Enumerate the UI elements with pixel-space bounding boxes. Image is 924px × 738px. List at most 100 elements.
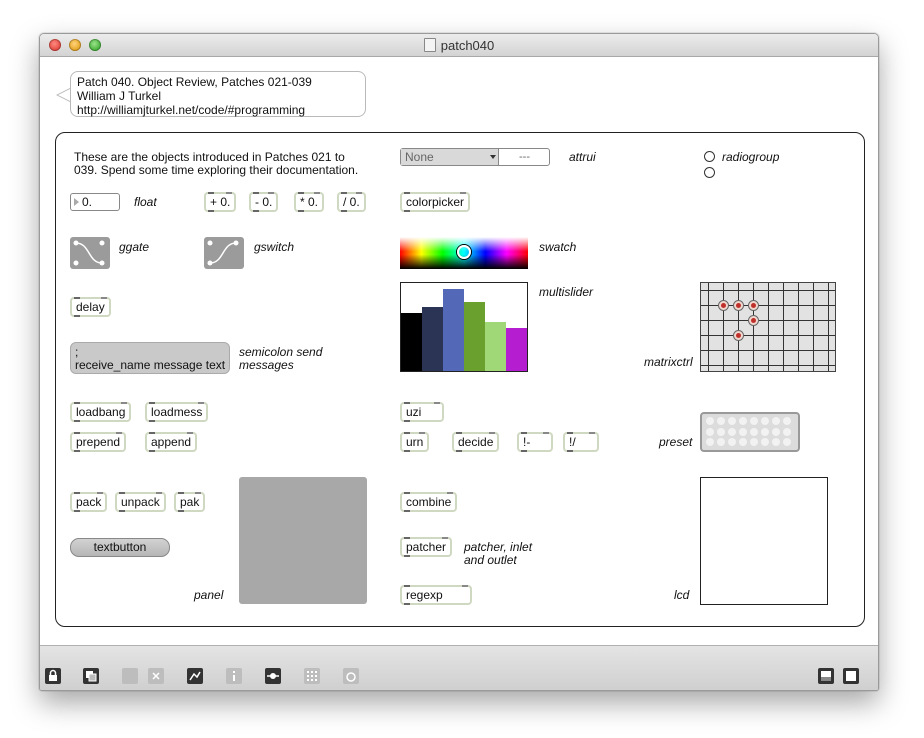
message-line1: ; bbox=[75, 345, 79, 359]
preset-label: preset bbox=[659, 435, 693, 449]
plus-object[interactable]: + 0. bbox=[204, 192, 237, 212]
plus-text: + 0. bbox=[210, 195, 231, 209]
patcher-toolbar bbox=[40, 645, 878, 690]
preset-object[interactable] bbox=[700, 412, 800, 452]
radiogroup-label: radiogroup bbox=[722, 150, 780, 164]
minus-object[interactable]: - 0. bbox=[249, 192, 279, 212]
urn-text: urn bbox=[406, 435, 424, 449]
radiogroup-button-2[interactable] bbox=[704, 167, 715, 178]
patcher-text: patcher bbox=[406, 540, 447, 554]
matrixctrl-object[interactable] bbox=[700, 282, 836, 372]
pak-text: pak bbox=[180, 495, 200, 509]
multislider-object[interactable] bbox=[400, 282, 528, 372]
patch-canvas[interactable]: Patch 040. Object Review, Patches 021-03… bbox=[40, 57, 878, 645]
snap-icon[interactable] bbox=[343, 668, 359, 684]
uzi-object[interactable]: uzi bbox=[400, 402, 444, 422]
pack-object[interactable]: pack bbox=[70, 492, 108, 512]
multislider-bar[interactable] bbox=[443, 289, 464, 371]
attrui-object[interactable]: None --- bbox=[400, 148, 550, 166]
dropdown-arrow-icon bbox=[490, 155, 496, 159]
multislider-bar[interactable] bbox=[422, 307, 443, 371]
decide-object[interactable]: decide bbox=[452, 432, 500, 452]
preset-slot[interactable] bbox=[706, 427, 714, 436]
regexp-object[interactable]: regexp bbox=[400, 585, 472, 605]
new-object-icon[interactable] bbox=[83, 668, 99, 684]
preset-slot[interactable] bbox=[717, 438, 725, 446]
attrui-menu[interactable]: None bbox=[401, 149, 499, 165]
preset-slot[interactable] bbox=[739, 427, 747, 436]
combine-object[interactable]: combine bbox=[400, 492, 458, 512]
preset-slot[interactable] bbox=[750, 438, 758, 446]
debug-icon[interactable] bbox=[187, 668, 203, 684]
multislider-bar[interactable] bbox=[401, 313, 422, 371]
preset-slot[interactable] bbox=[772, 438, 780, 446]
presentation-view-icon[interactable] bbox=[843, 668, 859, 684]
pak-object[interactable]: pak bbox=[174, 492, 206, 512]
preset-slot[interactable] bbox=[772, 427, 780, 436]
panel-object[interactable] bbox=[239, 477, 367, 604]
presentation-icon[interactable] bbox=[122, 668, 138, 684]
preset-slot[interactable] bbox=[728, 417, 736, 425]
preset-slot[interactable] bbox=[739, 417, 747, 425]
divide-object[interactable]: / 0. bbox=[337, 192, 366, 212]
multislider-bar[interactable] bbox=[506, 328, 527, 371]
connect-icon[interactable] bbox=[265, 668, 281, 684]
window-title-text: patch040 bbox=[440, 38, 495, 53]
loadbang-object[interactable]: loadbang bbox=[70, 402, 132, 422]
colorpicker-object[interactable]: colorpicker bbox=[400, 192, 471, 212]
preset-slot[interactable] bbox=[717, 427, 725, 436]
regexp-text: regexp bbox=[406, 588, 443, 602]
semicolon-message-box[interactable]: ; receive_name message text bbox=[70, 342, 230, 374]
delay-text: delay bbox=[76, 300, 105, 314]
patcher-view-icon[interactable] bbox=[818, 668, 834, 684]
preset-slot[interactable] bbox=[772, 417, 780, 425]
not-divide-object[interactable]: !/ bbox=[563, 432, 599, 452]
not-minus-text: !- bbox=[523, 435, 531, 449]
float-number-box[interactable]: 0. bbox=[70, 193, 120, 211]
header-comment[interactable]: Patch 040. Object Review, Patches 021-03… bbox=[70, 71, 366, 117]
patcher-object[interactable]: patcher bbox=[400, 537, 453, 557]
unpack-object[interactable]: unpack bbox=[115, 492, 166, 512]
lcd-label: lcd bbox=[674, 588, 690, 602]
preset-slot[interactable] bbox=[783, 438, 791, 446]
swatch-object[interactable] bbox=[400, 237, 528, 269]
lcd-object[interactable] bbox=[700, 477, 828, 605]
gswitch-object[interactable] bbox=[204, 237, 244, 269]
preset-slot[interactable] bbox=[750, 417, 758, 425]
lock-icon[interactable] bbox=[45, 668, 61, 684]
not-minus-object[interactable]: !- bbox=[517, 432, 553, 452]
matrixctrl-label: matrixctrl bbox=[644, 355, 693, 369]
textbutton[interactable]: textbutton bbox=[70, 538, 170, 557]
times-object[interactable]: * 0. bbox=[294, 192, 325, 212]
prepend-object[interactable]: prepend bbox=[70, 432, 127, 452]
preset-slot[interactable] bbox=[739, 438, 747, 446]
loadmess-object[interactable]: loadmess bbox=[145, 402, 209, 422]
multislider-bar[interactable] bbox=[485, 322, 506, 371]
preset-slot[interactable] bbox=[728, 427, 736, 436]
minus-text: - 0. bbox=[255, 195, 273, 209]
ggate-curve-icon bbox=[73, 240, 105, 266]
info-icon[interactable] bbox=[226, 668, 242, 684]
gswitch-label: gswitch bbox=[254, 240, 295, 254]
attrui-value[interactable]: --- bbox=[500, 149, 549, 165]
close-patcher-icon[interactable] bbox=[148, 668, 164, 684]
preset-slot[interactable] bbox=[761, 417, 769, 425]
delay-object[interactable]: delay bbox=[70, 297, 111, 317]
grid-icon[interactable] bbox=[304, 668, 320, 684]
panel-label: panel bbox=[194, 588, 224, 602]
preset-slot[interactable] bbox=[717, 417, 725, 425]
preset-slot[interactable] bbox=[783, 417, 791, 425]
preset-slot[interactable] bbox=[706, 438, 714, 446]
preset-slot[interactable] bbox=[750, 427, 758, 436]
multislider-bar[interactable] bbox=[464, 302, 485, 371]
swatch-cursor-icon[interactable] bbox=[457, 245, 471, 259]
radiogroup-button-1[interactable] bbox=[704, 151, 715, 162]
ggate-object[interactable] bbox=[70, 237, 110, 269]
preset-slot[interactable] bbox=[783, 427, 791, 436]
preset-slot[interactable] bbox=[761, 438, 769, 446]
urn-object[interactable]: urn bbox=[400, 432, 430, 452]
append-object[interactable]: append bbox=[145, 432, 198, 452]
preset-slot[interactable] bbox=[728, 438, 736, 446]
preset-slot[interactable] bbox=[761, 427, 769, 436]
preset-slot[interactable] bbox=[706, 417, 714, 425]
